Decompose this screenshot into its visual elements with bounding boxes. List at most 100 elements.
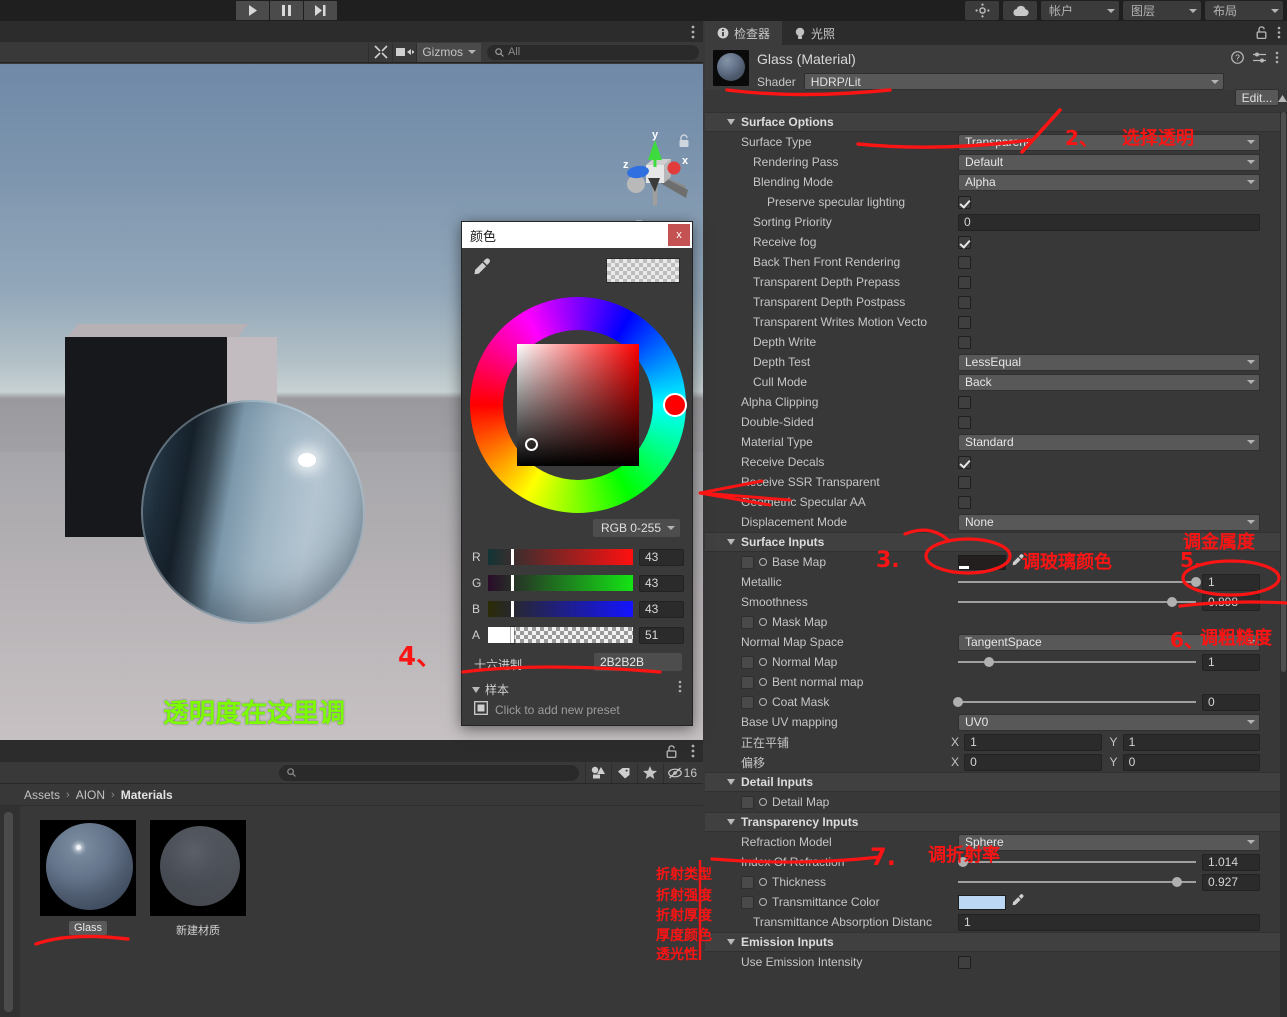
property-checkbox[interactable] (958, 395, 971, 409)
property-slider-track[interactable] (958, 577, 1201, 587)
inspector-scrollbar-thumb[interactable] (1281, 112, 1286, 672)
property-slider-track[interactable] (958, 657, 1196, 667)
close-icon[interactable]: x (668, 224, 690, 246)
tab-lighting[interactable]: 光照 (782, 21, 847, 45)
section-header-0[interactable]: Surface Options (705, 112, 1280, 132)
property-checkbox[interactable] (958, 255, 971, 269)
project-search-input[interactable] (278, 764, 579, 781)
section-header-2[interactable]: Detail Inputs (705, 772, 1280, 792)
filter-by-label-icon[interactable] (610, 762, 637, 783)
property-slider-knob[interactable] (1167, 597, 1178, 607)
channel-slider-g[interactable] (488, 575, 633, 591)
property-slider-knob[interactable] (1191, 577, 1201, 587)
add-preset-icon[interactable] (474, 701, 488, 718)
scene-lock-icon[interactable] (678, 134, 690, 151)
kebab-icon[interactable] (678, 680, 682, 696)
section-header-3[interactable]: Transparency Inputs (705, 812, 1280, 832)
section-header-4[interactable]: Emission Inputs (705, 932, 1280, 952)
hidden-assets-count[interactable]: 16 (662, 762, 703, 783)
property-checkbox[interactable] (958, 475, 971, 489)
property-slider-value[interactable]: 0 (1202, 693, 1260, 711)
property-checkbox[interactable] (958, 235, 971, 249)
inspector-scrollbar[interactable] (1280, 112, 1287, 1017)
step-button[interactable] (304, 1, 337, 20)
property-slider-knob[interactable] (957, 857, 968, 867)
property-dropdown[interactable]: Transparent (958, 133, 1260, 151)
star-icon[interactable] (636, 762, 663, 783)
property-slider-track[interactable] (957, 857, 1196, 867)
hue-handle[interactable] (663, 393, 687, 417)
asset-item-new-material[interactable]: 新建材质 (150, 820, 246, 939)
property-toggle-icon[interactable] (759, 798, 767, 806)
tab-inspector[interactable]: 检查器 (705, 21, 783, 45)
texture-toggle[interactable] (741, 795, 754, 809)
eyedropper-icon[interactable] (1011, 894, 1024, 910)
sv-handle[interactable] (525, 438, 538, 451)
property-slider-track[interactable] (953, 697, 1196, 707)
inspector-scroll-up-arrow[interactable] (1278, 91, 1287, 105)
channel-value-r[interactable]: 43 (639, 548, 684, 566)
channel-value-a[interactable]: 51 (639, 626, 684, 644)
texture-toggle[interactable] (741, 675, 754, 689)
color-picker-dialog[interactable]: 颜色 x RGB 0-255 R 43 G 43 B 43 A 51 十六进制 … (461, 221, 693, 726)
property-y-field[interactable]: 1 (1122, 733, 1260, 751)
property-slider-value[interactable]: 1 (1202, 573, 1260, 591)
property-x-field[interactable]: 1 (964, 733, 1102, 751)
hex-value-field[interactable]: 2B2B2B (594, 653, 682, 671)
channel-handle[interactable] (511, 601, 514, 617)
breadcrumb-aion[interactable]: AION (76, 788, 105, 802)
edit-shader-button[interactable]: Edit... (1235, 89, 1279, 106)
shader-dropdown[interactable]: HDRP/Lit (803, 73, 1224, 90)
property-slider-knob[interactable] (983, 657, 994, 667)
channel-handle[interactable] (511, 575, 514, 591)
kebab-icon[interactable] (1275, 51, 1279, 67)
property-toggle-icon[interactable] (759, 878, 767, 886)
property-dropdown[interactable]: Standard (958, 433, 1260, 451)
assets-grid-area[interactable]: Glass 新建材质 (20, 806, 703, 1017)
gizmos-dropdown[interactable]: Gizmos (416, 42, 481, 62)
section-header-1[interactable]: Surface Inputs (705, 532, 1280, 552)
property-toggle-icon[interactable] (759, 678, 767, 686)
project-tree-scrollbar[interactable] (4, 812, 13, 1012)
property-slider-value[interactable]: 1 (1202, 653, 1260, 671)
services-icon[interactable] (965, 1, 999, 20)
filter-by-type-icon[interactable] (584, 762, 611, 783)
kebab-icon[interactable] (1277, 26, 1281, 42)
property-toggle-icon[interactable] (759, 558, 767, 566)
texture-toggle[interactable] (741, 895, 754, 909)
inspector-lock-icon[interactable] (1256, 26, 1267, 42)
property-dropdown[interactable]: Default (958, 153, 1260, 171)
kebab-icon[interactable] (691, 25, 695, 42)
property-checkbox[interactable] (958, 335, 971, 349)
color-wheel[interactable] (470, 297, 687, 513)
help-icon[interactable]: ? (1231, 51, 1244, 67)
preset-icon[interactable] (1253, 51, 1266, 67)
scene-search-input[interactable]: All (487, 44, 699, 60)
property-checkbox[interactable] (958, 275, 971, 289)
property-toggle-icon[interactable] (759, 898, 767, 906)
property-toggle-icon[interactable] (759, 698, 767, 706)
property-text-field[interactable]: 0 (958, 213, 1260, 231)
eyedropper-icon[interactable] (472, 258, 491, 280)
scene-camera-icon[interactable] (392, 42, 416, 62)
property-checkbox[interactable] (958, 495, 971, 509)
texture-toggle[interactable] (741, 615, 754, 629)
eyedropper-icon[interactable] (1011, 554, 1024, 570)
property-y-field[interactable]: 0 (1122, 753, 1260, 771)
property-slider-value[interactable]: 0.927 (1202, 873, 1260, 891)
project-lock-icon[interactable] (666, 745, 677, 761)
cloud-icon[interactable] (1003, 1, 1037, 20)
property-checkbox[interactable] (958, 295, 971, 309)
breadcrumb-materials[interactable]: Materials (121, 788, 173, 802)
property-text-field[interactable]: 1 (958, 913, 1260, 931)
layout-dropdown[interactable]: 布局 (1205, 1, 1283, 20)
texture-toggle[interactable] (741, 875, 754, 889)
channel-slider-r[interactable] (488, 549, 633, 565)
breadcrumb-assets[interactable]: Assets (24, 788, 60, 802)
pause-button[interactable] (270, 1, 303, 20)
property-toggle-icon[interactable] (759, 658, 767, 666)
property-checkbox[interactable] (958, 415, 971, 429)
texture-toggle[interactable] (741, 555, 754, 569)
property-checkbox[interactable] (958, 455, 971, 469)
property-dropdown[interactable]: Sphere (958, 833, 1260, 851)
